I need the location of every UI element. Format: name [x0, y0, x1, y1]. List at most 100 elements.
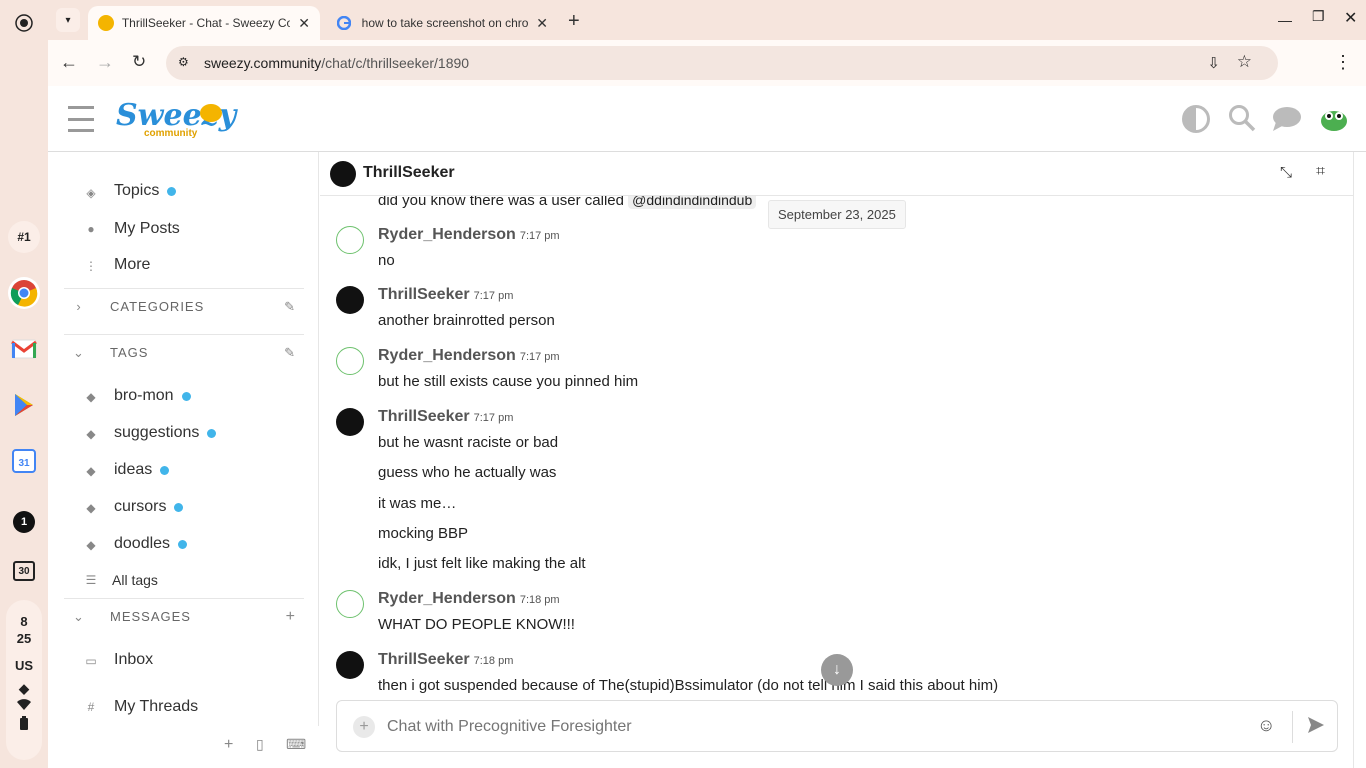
install-app-icon[interactable]: ⇩ — [1207, 54, 1220, 72]
pen-icon: ◆ — [19, 681, 29, 696]
chat-bubble-icon[interactable] — [1272, 106, 1302, 132]
channel-avatar — [330, 161, 356, 187]
message-avatar[interactable] — [336, 590, 364, 618]
play-store-icon[interactable] — [8, 389, 40, 421]
svg-text:31: 31 — [18, 458, 30, 469]
message-author[interactable]: ThrillSeeker 7:17 pm — [378, 286, 513, 304]
reload-icon[interactable]: ↻ — [132, 52, 146, 72]
message-text: guess who he actually was — [378, 464, 557, 481]
logo-subtext: community — [144, 128, 198, 139]
chat-input[interactable] — [387, 713, 1247, 741]
close-tab-icon[interactable]: ✕ — [298, 15, 310, 32]
keyboard-shortcuts-icon[interactable]: ⌨ — [286, 736, 306, 753]
message-text: did you know there was a user called @dd… — [378, 196, 757, 209]
sidebar-footer: + ▯ ⌨ — [48, 726, 319, 768]
message-avatar[interactable] — [336, 651, 364, 679]
unread-dot — [178, 539, 188, 549]
sidebar-item-all-tags[interactable]: All tags — [112, 572, 158, 588]
message-avatar[interactable] — [336, 347, 364, 375]
wifi-icon — [6, 699, 42, 714]
forward-icon[interactable]: → — [96, 52, 114, 73]
search-icon[interactable] — [1228, 104, 1256, 132]
message-avatar[interactable] — [336, 286, 364, 314]
add-icon[interactable]: + — [224, 736, 233, 754]
collapse-icon[interactable]: ⤡ — [1280, 164, 1292, 181]
message-avatar[interactable] — [336, 408, 364, 436]
user-avatar[interactable] — [1320, 106, 1348, 132]
tab-sweezy-chat[interactable]: ThrillSeeker - Chat - Sweezy Co ✕ — [88, 6, 320, 40]
browser-menu-icon[interactable]: ⋮ — [1334, 52, 1352, 73]
send-icon[interactable] — [1307, 716, 1325, 734]
date-divider: September 23, 2025 — [768, 200, 906, 229]
sidebar-item-my-posts[interactable]: My Posts — [114, 220, 180, 238]
sidebar-item-more[interactable]: More — [114, 256, 150, 274]
sidebar-item-my-threads[interactable]: My Threads — [114, 698, 198, 716]
add-icon[interactable]: + — [286, 608, 296, 626]
address-bar[interactable]: ⚙ sweezy.community/chat/c/thrillseeker/1… — [166, 46, 1278, 80]
calendar-app-icon[interactable]: 30 — [8, 555, 40, 587]
status-tray[interactable]: 8 25 US ◆ — [6, 600, 42, 760]
hamburger-menu-icon[interactable] — [68, 106, 94, 132]
back-icon[interactable]: ← — [60, 52, 78, 73]
message-author[interactable]: Ryder_Henderson 7:17 pm — [378, 347, 560, 365]
tag-icon: ◆ — [86, 427, 96, 441]
section-label: MESSAGES — [110, 609, 191, 624]
sidebar-item-tag[interactable]: bro-mon — [114, 387, 191, 405]
launcher-icon[interactable] — [8, 7, 40, 39]
bookmark-star-icon[interactable]: ☆ — [1237, 52, 1252, 72]
close-window-icon[interactable]: ✕ — [1344, 8, 1357, 28]
message-author[interactable]: Ryder_Henderson 7:17 pm — [378, 226, 560, 244]
sidebar-item-tag[interactable]: suggestions — [114, 424, 217, 442]
edit-pencil-icon[interactable]: ✎ — [284, 299, 296, 315]
sidebar-item-inbox[interactable]: Inbox — [114, 651, 153, 669]
hashtag-icon: # — [87, 700, 95, 714]
sidebar-item-tag[interactable]: ideas — [114, 461, 170, 479]
site-info-icon[interactable]: ⚙ — [178, 55, 189, 69]
locale-indicator: US — [14, 658, 34, 673]
restore-icon[interactable]: ❐ — [1312, 8, 1325, 25]
channel-title[interactable]: ThrillSeeker — [363, 164, 455, 182]
rank-badge[interactable]: #1 — [8, 221, 40, 253]
user-mention[interactable]: @ddindindindindub — [628, 196, 757, 209]
app-one-icon[interactable]: 1 — [8, 506, 40, 538]
scroll-to-bottom-icon[interactable]: ↓ — [821, 654, 853, 686]
tag-label: doodles — [114, 535, 171, 552]
message-time: 7:18 pm — [519, 594, 560, 606]
unread-dot — [174, 502, 184, 512]
message-author[interactable]: ThrillSeeker 7:18 pm — [378, 651, 513, 669]
edit-pencil-icon[interactable]: ✎ — [284, 345, 296, 361]
sidebar-item-label: My Posts — [114, 220, 180, 237]
message-list[interactable]: did you know there was a user called @dd… — [320, 196, 1354, 696]
my-threads-label: My Threads — [114, 698, 199, 715]
categories-section-header[interactable]: › CATEGORIES ✎ — [64, 288, 304, 324]
messages-section-header[interactable]: ⌄ MESSAGES + — [64, 598, 304, 634]
chat-composer[interactable]: + ☺ — [336, 700, 1338, 752]
tab-google-search[interactable]: how to take screenshot on chro ✕ — [326, 6, 558, 40]
add-attachment-icon[interactable]: + — [353, 716, 375, 738]
message-author[interactable]: Ryder_Henderson 7:18 pm — [378, 590, 560, 608]
google-calendar-icon[interactable]: 31 — [8, 445, 40, 477]
gmail-app-icon[interactable] — [8, 333, 40, 365]
user-icon: ● — [87, 222, 95, 236]
tab-search-chevron-icon[interactable]: ▾ — [56, 8, 80, 32]
minimize-icon[interactable]: — — [1278, 12, 1292, 28]
sidebar-item-topics[interactable]: Topics — [114, 182, 177, 200]
tags-section-header[interactable]: ⌄ TAGS ✎ — [64, 334, 304, 370]
mobile-view-icon[interactable]: ▯ — [256, 736, 264, 753]
chat-pane: ThrillSeeker ⤡ ⌗ did you know there was … — [320, 152, 1354, 768]
site-logo[interactable]: Sweezy community — [116, 96, 236, 142]
message-avatar[interactable] — [336, 226, 364, 254]
threads-icon[interactable]: ⌗ — [1316, 163, 1325, 181]
clock-minute: 25 — [16, 631, 32, 646]
message-time: 7:17 pm — [473, 412, 514, 424]
chrome-app-icon[interactable] — [8, 277, 40, 309]
message-author[interactable]: ThrillSeeker 7:17 pm — [378, 408, 513, 426]
sidebar-item-tag[interactable]: cursors — [114, 498, 184, 516]
emoji-icon[interactable]: ☺ — [1257, 715, 1275, 736]
new-tab-icon[interactable]: + — [568, 10, 580, 33]
message-text: then i got suspended because of The(stup… — [378, 677, 999, 694]
theme-toggle-icon[interactable] — [1182, 105, 1210, 133]
tab-title: how to take screenshot on chro — [361, 16, 529, 30]
close-tab-icon[interactable]: ✕ — [536, 15, 548, 32]
sidebar-item-tag[interactable]: doodles — [114, 535, 188, 553]
